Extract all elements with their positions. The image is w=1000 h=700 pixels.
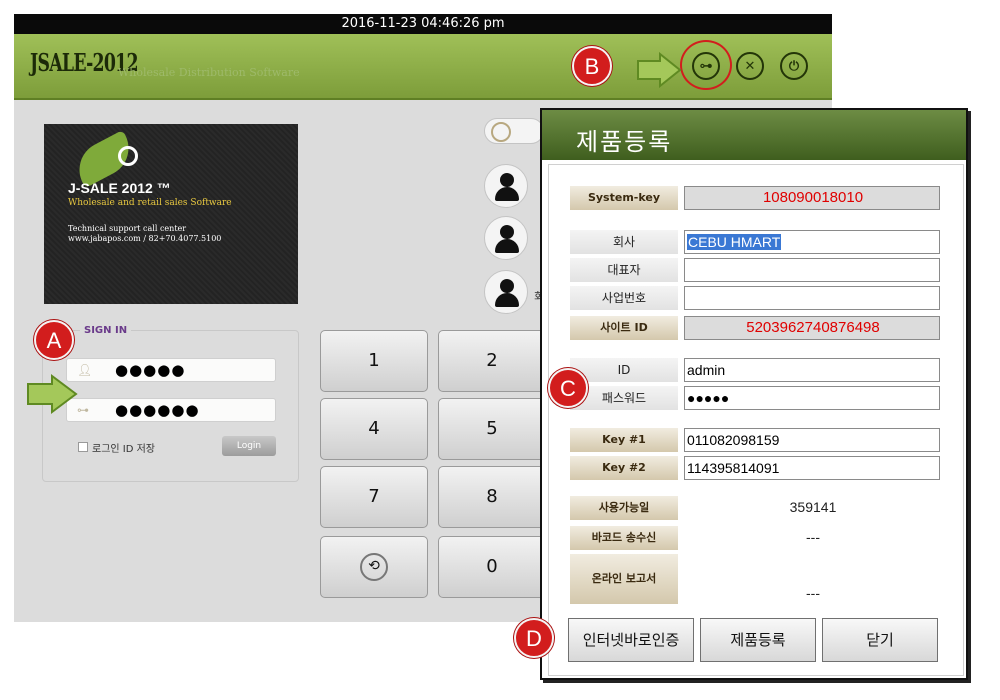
- close-button[interactable]: 닫기: [822, 618, 938, 662]
- key-5[interactable]: 5: [438, 398, 546, 460]
- refresh-icon: ⟲: [360, 553, 388, 581]
- site-id-label: 사이트 ID: [570, 316, 678, 340]
- company-label: 회사: [570, 230, 678, 254]
- representative-input[interactable]: [684, 258, 940, 282]
- app-header: JSALE-2012 Wholesale Distribution Softwa…: [14, 34, 832, 100]
- signin-legend: SIGN IN: [80, 325, 132, 336]
- key-0[interactable]: 0: [438, 536, 546, 598]
- key-2[interactable]: 2: [438, 330, 546, 392]
- user-avatar-2[interactable]: [484, 216, 528, 260]
- available-days-value: 359141: [789, 499, 837, 515]
- dialog-password-input[interactable]: ●●●●●: [684, 386, 940, 410]
- key-8[interactable]: 8: [438, 466, 546, 528]
- id-label: ID: [570, 358, 678, 382]
- settings-icon[interactable]: ✕: [736, 52, 764, 80]
- support-line: Technical support call center: [68, 224, 187, 233]
- key2-label: Key #2: [570, 456, 678, 480]
- key1-input[interactable]: 011082098159: [684, 428, 940, 452]
- dialog-title: 제품등록: [576, 128, 673, 156]
- save-id-label: 로그인 ID 저장: [92, 444, 156, 455]
- representative-label: 대표자: [570, 258, 678, 282]
- available-days-label: 사용가능일: [570, 496, 678, 520]
- splash-subtitle: Wholesale and retail sales Software: [68, 198, 232, 208]
- checkbox-box[interactable]: [78, 442, 88, 452]
- user-id-value: ●●●●●: [115, 361, 186, 379]
- online-report-value: ---: [806, 585, 820, 601]
- highlight-circle: [680, 40, 732, 90]
- password-input[interactable]: ⊶ ●●●●●●: [66, 398, 276, 422]
- support-contact: www.jabapos.com / 82+70.4077.5100: [68, 234, 222, 243]
- key-refresh[interactable]: ⟲: [320, 536, 428, 598]
- splash-title: J-SALE 2012 ™: [68, 180, 171, 196]
- product-registration-dialog: 제품등록 System-key 108090018010 회사 CEBU HMA…: [540, 108, 968, 680]
- register-button[interactable]: 제품등록: [700, 618, 816, 662]
- arrow-a-icon: [27, 374, 78, 414]
- company-value: CEBU HMART: [687, 234, 782, 250]
- user-id-input[interactable]: 👤︎ ●●●●●: [66, 358, 276, 382]
- user-icon: 👤︎: [77, 363, 94, 377]
- business-no-input[interactable]: [684, 286, 940, 310]
- system-key-label: System-key: [570, 186, 678, 210]
- online-report-label: 온라인 보고서: [570, 554, 678, 604]
- datetime-bar: 2016-11-23 04:46:26 pm: [14, 14, 832, 34]
- app-tagline: Wholesale Distribution Software: [118, 66, 300, 79]
- system-key-value: 108090018010: [684, 186, 940, 210]
- key1-label: Key #1: [570, 428, 678, 452]
- callout-c: C: [548, 368, 588, 408]
- callout-a: A: [34, 320, 74, 360]
- key2-input[interactable]: 114395814091: [684, 456, 940, 480]
- key-small-icon: ⊶: [77, 403, 90, 417]
- internet-auth-button[interactable]: 인터넷바로인증: [568, 618, 694, 662]
- user-avatar-3[interactable]: [484, 270, 528, 314]
- key-7[interactable]: 7: [320, 466, 428, 528]
- barcode-transfer-value: ---: [806, 529, 820, 545]
- business-no-label: 사업번호: [570, 286, 678, 310]
- user-avatar-1[interactable]: [484, 164, 528, 208]
- power-icon[interactable]: ⏻: [780, 52, 808, 80]
- dialog-header: 제품등록: [542, 110, 966, 160]
- company-input[interactable]: CEBU HMART: [684, 230, 940, 254]
- callout-d: D: [514, 618, 554, 658]
- password-value: ●●●●●●: [115, 401, 200, 419]
- save-id-checkbox[interactable]: 로그인 ID 저장: [78, 440, 155, 455]
- site-id-value: 5203962740876498: [684, 316, 940, 340]
- splash-panel: J-SALE 2012 ™ Wholesale and retail sales…: [44, 124, 298, 304]
- id-input[interactable]: admin: [684, 358, 940, 382]
- callout-b: B: [572, 46, 612, 86]
- key-1[interactable]: 1: [320, 330, 428, 392]
- barcode-transfer-label: 바코드 송수신: [570, 526, 678, 550]
- top-toggle[interactable]: [484, 118, 544, 144]
- login-button[interactable]: Login: [222, 436, 276, 456]
- tag-ring-icon: [118, 146, 138, 166]
- arrow-b-icon: [637, 52, 682, 88]
- toggle-knob-icon: [491, 122, 511, 142]
- key-4[interactable]: 4: [320, 398, 428, 460]
